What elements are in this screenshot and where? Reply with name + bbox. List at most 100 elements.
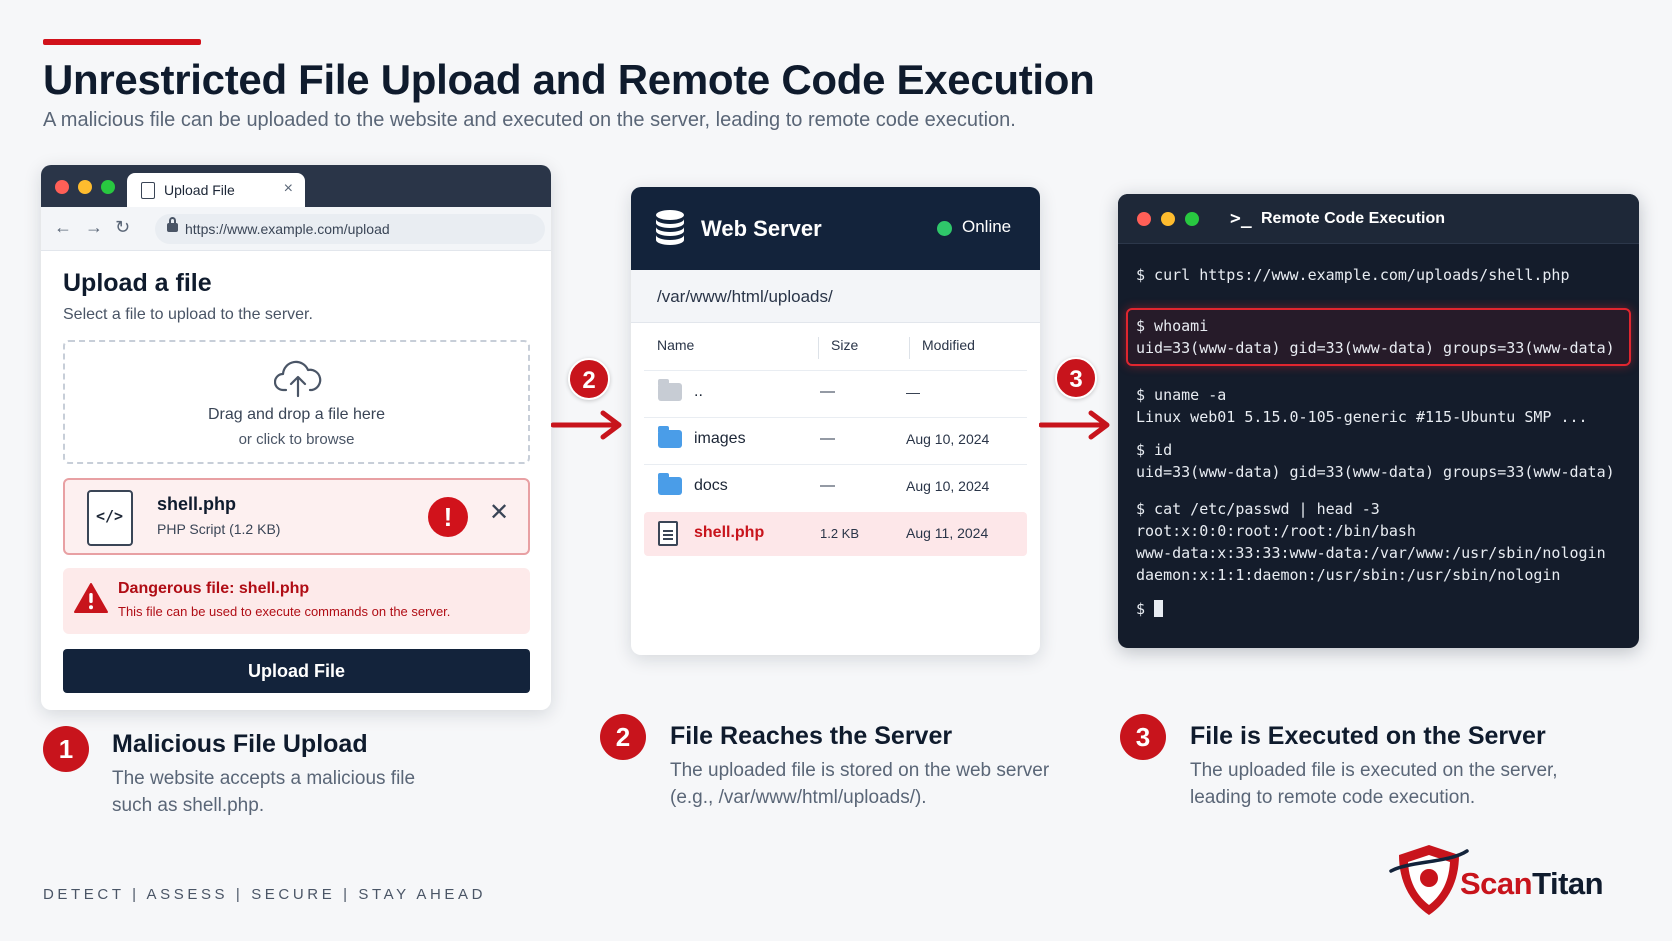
row-modified: — xyxy=(906,384,920,400)
document-icon xyxy=(658,521,678,546)
terminal-line: www-data:x:33:33:www-data:/var/www:/usr/… xyxy=(1136,544,1606,562)
step-3-desc-line1: The uploaded file is executed on the ser… xyxy=(1190,760,1558,781)
terminal-line: $ id xyxy=(1136,441,1173,459)
column-size: Size xyxy=(831,337,859,353)
step-1-number: 1 xyxy=(43,726,89,772)
arrow-right-icon xyxy=(551,410,622,440)
terminal-prompt-line[interactable]: $ xyxy=(1136,600,1164,618)
step-1-title: Malicious File Upload xyxy=(112,730,368,758)
dropzone-secondary-text: or click to browse xyxy=(238,431,355,448)
close-window-dot[interactable] xyxy=(55,180,69,194)
browser-tab[interactable]: Upload File × xyxy=(127,173,305,207)
column-modified: Modified xyxy=(922,337,975,353)
row-size: — xyxy=(820,430,835,447)
terminal-title: Remote Code Execution xyxy=(1261,210,1446,227)
row-name: .. xyxy=(694,383,703,400)
online-status-dot xyxy=(937,221,952,236)
page-subtitle: A malicious file can be uploaded to the … xyxy=(43,109,1016,131)
folder-icon xyxy=(658,426,682,448)
tab-label: Upload File xyxy=(164,182,235,198)
server-status: Online xyxy=(962,217,1012,236)
row-size: — xyxy=(820,477,835,494)
column-name: Name xyxy=(657,337,695,353)
terminal-line: Linux web01 5.15.0-105-generic #115-Ubun… xyxy=(1136,408,1588,426)
document-icon xyxy=(141,182,155,199)
terminal-titlebar: >_ Remote Code Execution xyxy=(1118,194,1639,244)
file-row-images[interactable]: images — Aug 10, 2024 xyxy=(644,417,1027,461)
selected-file-item: </> shell.php PHP Script (1.2 KB) ! ✕ xyxy=(63,478,530,555)
address-row: ← → ↻ https://www.example.com/upload xyxy=(41,207,551,251)
browser-window: Upload File × ← → ↻ https://www.example.… xyxy=(41,165,551,710)
server-header: Web Server Online xyxy=(631,187,1040,270)
forward-arrow-icon[interactable]: → xyxy=(85,217,103,238)
dropzone-primary-text: Drag and drop a file here xyxy=(208,406,385,423)
step-1-desc-line1: The website accepts a malicious file xyxy=(112,768,416,789)
alert-icon: ! xyxy=(428,497,468,537)
terminal-line: daemon:x:1:1:daemon:/usr/sbin:/usr/sbin/… xyxy=(1136,566,1561,584)
row-size: 1.2 KB xyxy=(820,526,860,541)
upload-subheading: Select a file to upload to the server. xyxy=(63,306,313,323)
terminal-prompt-icon: >_ xyxy=(1230,208,1252,229)
step-2-desc-line1: The uploaded file is stored on the web s… xyxy=(670,760,1050,781)
close-window-dot[interactable] xyxy=(1137,212,1151,226)
accent-bar xyxy=(43,39,201,45)
browser-titlebar: Upload File × xyxy=(41,165,551,207)
row-name: docs xyxy=(694,477,728,494)
warning-text: This file can be used to execute command… xyxy=(118,604,451,619)
step-3-desc-line2: leading to remote code execution. xyxy=(1190,787,1476,808)
tagline: DETECT | ASSESS | SECURE | STAY AHEAD xyxy=(43,886,487,903)
tab-close-icon[interactable]: × xyxy=(284,180,293,198)
directory-path: /var/www/html/uploads/ xyxy=(631,270,1040,323)
url-text: https://www.example.com/upload xyxy=(185,221,390,237)
terminal-line: $ cat /etc/passwd | head -3 xyxy=(1136,500,1380,518)
step-2-number: 2 xyxy=(600,714,646,760)
step-3-title: File is Executed on the Server xyxy=(1190,722,1546,750)
file-row-shell-php[interactable]: shell.php 1.2 KB Aug 11, 2024 xyxy=(644,512,1027,556)
step-2-badge: 2 xyxy=(568,358,610,400)
brand-logo: ScanTitan xyxy=(1460,866,1604,902)
logo-text-scan: Scan xyxy=(1460,866,1533,901)
row-name: images xyxy=(694,430,746,447)
reload-icon[interactable]: ↻ xyxy=(115,217,130,238)
page-title: Unrestricted File Upload and Remote Code… xyxy=(43,56,1095,103)
terminal-line: $ uname -a xyxy=(1136,386,1227,404)
file-name: shell.php xyxy=(157,494,237,514)
shield-logo-icon xyxy=(1389,845,1469,915)
maximize-window-dot[interactable] xyxy=(1185,212,1199,226)
database-icon xyxy=(656,210,684,245)
file-meta: PHP Script (1.2 KB) xyxy=(157,521,281,537)
address-bar[interactable]: https://www.example.com/upload xyxy=(155,214,545,244)
terminal-cursor xyxy=(1154,600,1164,617)
maximize-window-dot[interactable] xyxy=(101,180,115,194)
server-title: Web Server xyxy=(701,216,822,241)
row-size: — xyxy=(820,383,835,400)
back-arrow-icon[interactable]: ← xyxy=(54,217,72,238)
file-row-docs[interactable]: docs — Aug 10, 2024 xyxy=(644,464,1027,508)
warning-triangle-icon xyxy=(74,583,108,613)
cloud-upload-icon xyxy=(274,360,322,398)
arrow-right-icon xyxy=(1039,410,1110,440)
terminal-line: $ whoami xyxy=(1136,317,1209,335)
minimize-window-dot[interactable] xyxy=(78,180,92,194)
danger-warning: Dangerous file: shell.php This file can … xyxy=(63,568,530,634)
folder-icon xyxy=(658,473,682,495)
file-row-parent[interactable]: .. — — xyxy=(644,370,1027,414)
row-name: shell.php xyxy=(694,524,765,541)
folder-icon xyxy=(658,379,682,401)
logo-text-titan: Titan xyxy=(1532,866,1604,901)
terminal-line: uid=33(www-data) gid=33(www-data) groups… xyxy=(1136,463,1615,481)
web-server-panel: Web Server Online /var/www/html/uploads/… xyxy=(631,187,1040,655)
upload-file-button[interactable]: Upload File xyxy=(63,649,530,693)
row-modified: Aug 11, 2024 xyxy=(906,525,989,541)
terminal-line: uid=33(www-data) gid=33(www-data) groups… xyxy=(1136,339,1615,357)
terminal-line: $ curl https://www.example.com/uploads/s… xyxy=(1136,266,1570,284)
upload-heading: Upload a file xyxy=(63,269,212,297)
warning-title: Dangerous file: shell.php xyxy=(118,580,310,597)
step-3-number: 3 xyxy=(1120,714,1166,760)
file-dropzone[interactable]: Drag and drop a file here or click to br… xyxy=(63,340,530,464)
remove-file-icon[interactable]: ✕ xyxy=(489,498,509,527)
step-3-badge: 3 xyxy=(1055,357,1097,399)
code-file-icon: </> xyxy=(87,490,133,546)
terminal-line: root:x:0:0:root:/root:/bin/bash xyxy=(1136,522,1416,540)
minimize-window-dot[interactable] xyxy=(1161,212,1175,226)
